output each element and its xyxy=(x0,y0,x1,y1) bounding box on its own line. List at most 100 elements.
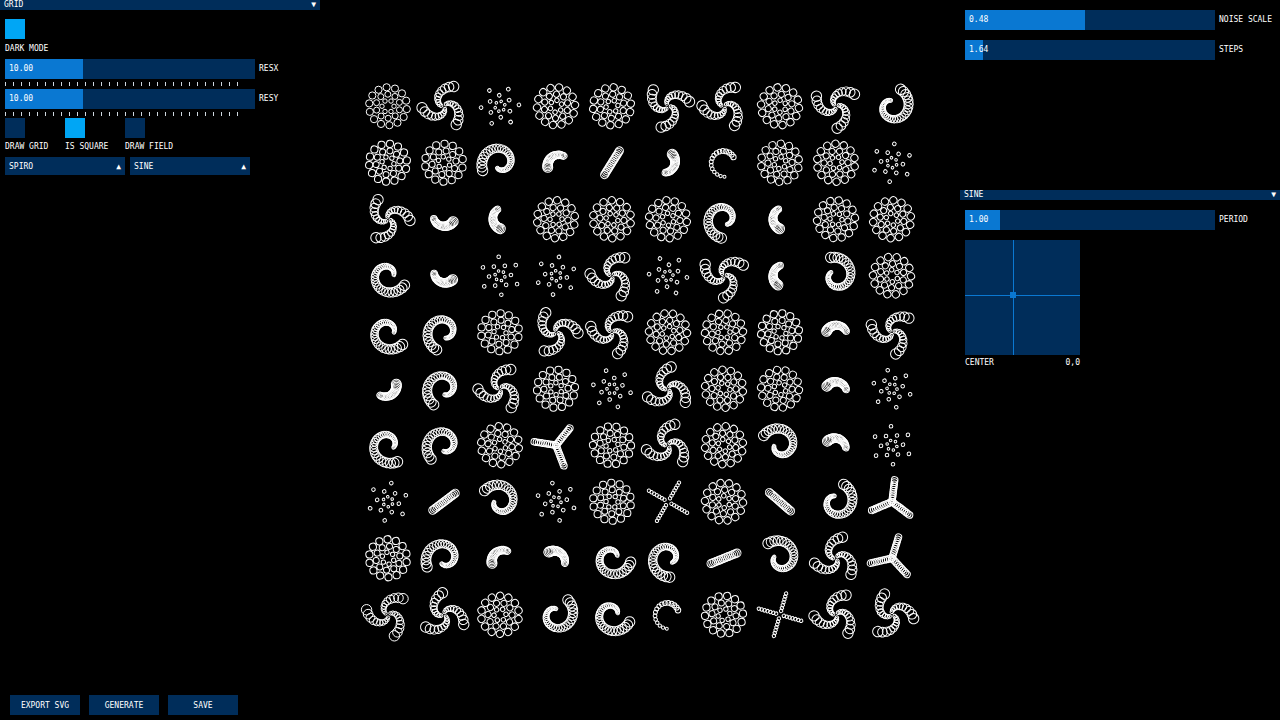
art-cell xyxy=(599,145,625,180)
left-panel: GRID▼ DARK MODE 10.00 RESX 10.00RESY DRAW GRI… xyxy=(0,0,320,720)
art-cell xyxy=(860,187,920,251)
art-cell xyxy=(590,599,638,642)
toggle[interactable] xyxy=(65,118,85,138)
art-cell xyxy=(751,134,808,191)
art-cell xyxy=(697,588,750,641)
art-cell xyxy=(652,599,681,631)
art-cell xyxy=(376,377,406,406)
art-cell xyxy=(821,431,851,452)
toggle-label: DARK MODE xyxy=(5,44,320,54)
dark-mode-toggle[interactable] xyxy=(5,19,25,39)
art-cell xyxy=(414,365,461,415)
art-cell xyxy=(769,262,784,290)
art-cell xyxy=(866,528,920,579)
canvas-area xyxy=(320,0,960,720)
art-cell xyxy=(419,138,469,188)
art-cell xyxy=(589,478,635,525)
art-cell xyxy=(530,478,581,526)
slider-label: RESX xyxy=(259,64,278,74)
art-cell xyxy=(751,360,809,418)
dropdown[interactable]: SINE▲ xyxy=(130,157,250,175)
art-cell xyxy=(473,79,527,134)
noise-slider[interactable]: 0.48 NOISE SCALE xyxy=(965,10,1280,30)
art-cell xyxy=(870,364,915,413)
art-cell xyxy=(580,188,643,251)
art-cell xyxy=(413,420,462,470)
art-cell xyxy=(861,245,920,307)
toggle-item: DRAW GRID xyxy=(5,118,65,152)
button-label: SAVE xyxy=(193,701,212,710)
art-cell xyxy=(470,138,519,182)
art-cell xyxy=(486,205,507,235)
art-cell xyxy=(363,314,413,363)
art-cell xyxy=(709,148,737,179)
dropdown-value: SPIRO xyxy=(9,162,33,171)
art-cell xyxy=(531,301,586,357)
toggle[interactable] xyxy=(5,118,25,138)
collapse-arrow-icon: ▼ xyxy=(311,0,316,10)
art-cell xyxy=(807,525,873,591)
art-cell xyxy=(691,247,750,307)
action-button[interactable]: EXPORT SVG xyxy=(10,695,80,715)
art-cell xyxy=(661,148,682,178)
action-button[interactable]: GENERATE xyxy=(89,695,159,715)
art-cell xyxy=(647,542,681,584)
center-pad[interactable] xyxy=(965,240,1080,355)
slider-track[interactable]: 0.48 xyxy=(965,10,1215,30)
art-cell xyxy=(693,81,749,138)
art-cell xyxy=(582,244,649,310)
slider-track[interactable]: 10.00 xyxy=(5,59,255,79)
art-cell xyxy=(583,302,647,366)
pad-handle[interactable] xyxy=(1010,292,1016,298)
toggle[interactable] xyxy=(125,118,145,138)
noise-slider[interactable]: 1.64STEPS xyxy=(965,40,1280,60)
function-dropdown[interactable]: SINE▼ xyxy=(960,190,1280,200)
period-slider[interactable]: 1.00PERIOD xyxy=(965,210,1280,230)
art-cell xyxy=(764,487,796,517)
art-cell xyxy=(538,145,568,174)
art-cell xyxy=(587,420,638,471)
grid-group-header[interactable]: GRID▼ xyxy=(0,0,320,10)
art-cell xyxy=(362,477,414,526)
art-cell xyxy=(868,474,917,519)
pad-label: CENTER xyxy=(965,358,994,368)
art-cell xyxy=(638,189,698,249)
art-cell xyxy=(819,247,859,293)
art-cell xyxy=(635,417,698,480)
art-cell xyxy=(542,542,573,568)
slider-label: NOISE SCALE xyxy=(1219,15,1272,25)
art-cell xyxy=(366,84,411,129)
toggle-label: IS SQUARE xyxy=(65,142,125,152)
art-cell xyxy=(524,78,587,138)
slider-track[interactable]: 1.64 xyxy=(965,40,1215,60)
art-cell xyxy=(583,78,642,135)
art-cell xyxy=(756,527,805,577)
slider-value: 0.48 xyxy=(965,15,988,25)
art-cell xyxy=(411,583,471,642)
pad-labels: CENTER0,0 xyxy=(965,358,1080,368)
button-label: EXPORT SVG xyxy=(21,701,69,710)
art-cell xyxy=(412,80,471,140)
art-cell xyxy=(692,414,755,477)
art-cell xyxy=(528,419,574,469)
art-cell xyxy=(749,78,810,137)
art-cell xyxy=(482,541,512,571)
art-cell xyxy=(636,300,700,364)
res-slider[interactable]: 10.00RESY xyxy=(5,89,320,109)
art-cell xyxy=(644,84,696,135)
res-slider[interactable]: 10.00 RESX xyxy=(5,59,320,79)
dropdown[interactable]: SPIRO▲ xyxy=(5,157,125,175)
slider-value: 10.00 xyxy=(5,64,33,74)
art-cell xyxy=(362,532,414,584)
button-row: EXPORT SVG GENERATE SAVE xyxy=(0,695,320,720)
slider-track[interactable]: 10.00 xyxy=(5,89,255,109)
slider-track[interactable]: 1.00 xyxy=(965,210,1215,230)
action-button[interactable]: SAVE xyxy=(168,695,238,715)
art-cell xyxy=(864,136,919,190)
art-cell xyxy=(806,582,873,643)
art-cell xyxy=(475,307,524,357)
art-cell xyxy=(469,584,531,643)
art-cell xyxy=(806,189,866,249)
art-cell xyxy=(693,471,755,533)
art-cell xyxy=(428,270,458,290)
